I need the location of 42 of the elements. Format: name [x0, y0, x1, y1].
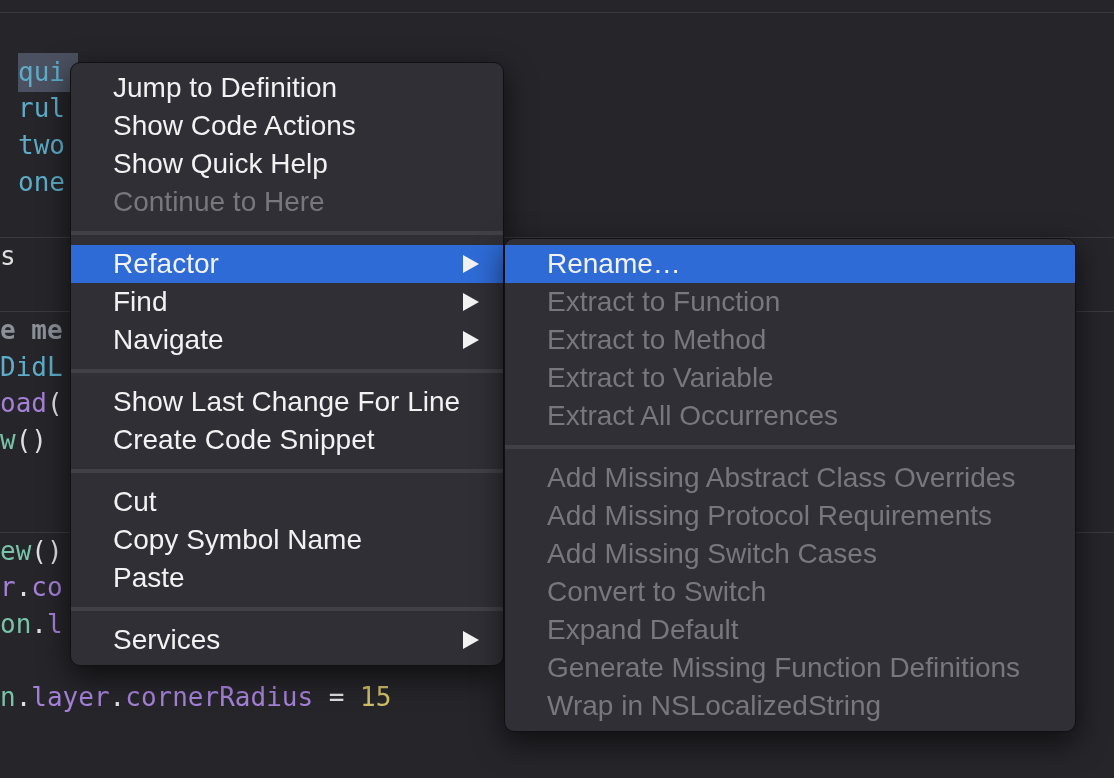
- menu-item[interactable]: Cut: [71, 483, 503, 521]
- menu-item[interactable]: Show Code Actions: [71, 107, 503, 145]
- code-text: two: [18, 129, 65, 162]
- code-text: 15: [360, 680, 392, 714]
- code-text: s: [0, 239, 16, 273]
- code-text: rul: [18, 92, 65, 126]
- menu-item[interactable]: Copy Symbol Name: [71, 521, 503, 559]
- code-text: .: [31, 607, 47, 641]
- menu-item[interactable]: Rename…: [505, 245, 1075, 283]
- code-text: n: [0, 680, 16, 714]
- code-text: (): [15, 423, 47, 457]
- submenu-arrow-icon: [463, 293, 479, 311]
- code-text: l: [46, 607, 63, 641]
- menu-item[interactable]: Show Quick Help: [71, 145, 503, 183]
- menu-item[interactable]: Refactor: [71, 245, 503, 283]
- code-text: qui: [18, 52, 78, 92]
- menu-item[interactable]: Create Code Snippet: [71, 421, 503, 459]
- code-text: on: [0, 607, 32, 641]
- menu-item[interactable]: Services: [71, 621, 503, 659]
- code-text: .: [109, 680, 126, 714]
- menu-item[interactable]: Show Last Change For Line: [71, 383, 503, 421]
- code-text: DidL: [0, 350, 63, 384]
- code-text: w: [0, 423, 16, 457]
- code-text: oad: [0, 387, 47, 421]
- submenu-arrow-icon: [463, 631, 479, 649]
- code-text: =: [327, 680, 346, 714]
- menu-item[interactable]: Find: [71, 283, 503, 321]
- code-text: (): [31, 534, 63, 568]
- code-text: (: [46, 387, 63, 421]
- code-text: one: [18, 165, 65, 199]
- code-text: cornerRadius: [125, 680, 314, 714]
- code-text: layer: [31, 680, 110, 714]
- submenu-arrow-icon: [463, 255, 479, 273]
- code-text: ew: [0, 534, 32, 568]
- code-text: r: [0, 571, 16, 605]
- menu-item[interactable]: Navigate: [71, 321, 503, 359]
- menu-item[interactable]: Paste: [71, 559, 503, 597]
- code-text: e me: [0, 313, 63, 347]
- submenu-arrow-icon: [463, 331, 479, 349]
- code-text: .: [15, 571, 32, 605]
- code-text: co: [31, 571, 63, 605]
- code-text: .: [15, 680, 32, 714]
